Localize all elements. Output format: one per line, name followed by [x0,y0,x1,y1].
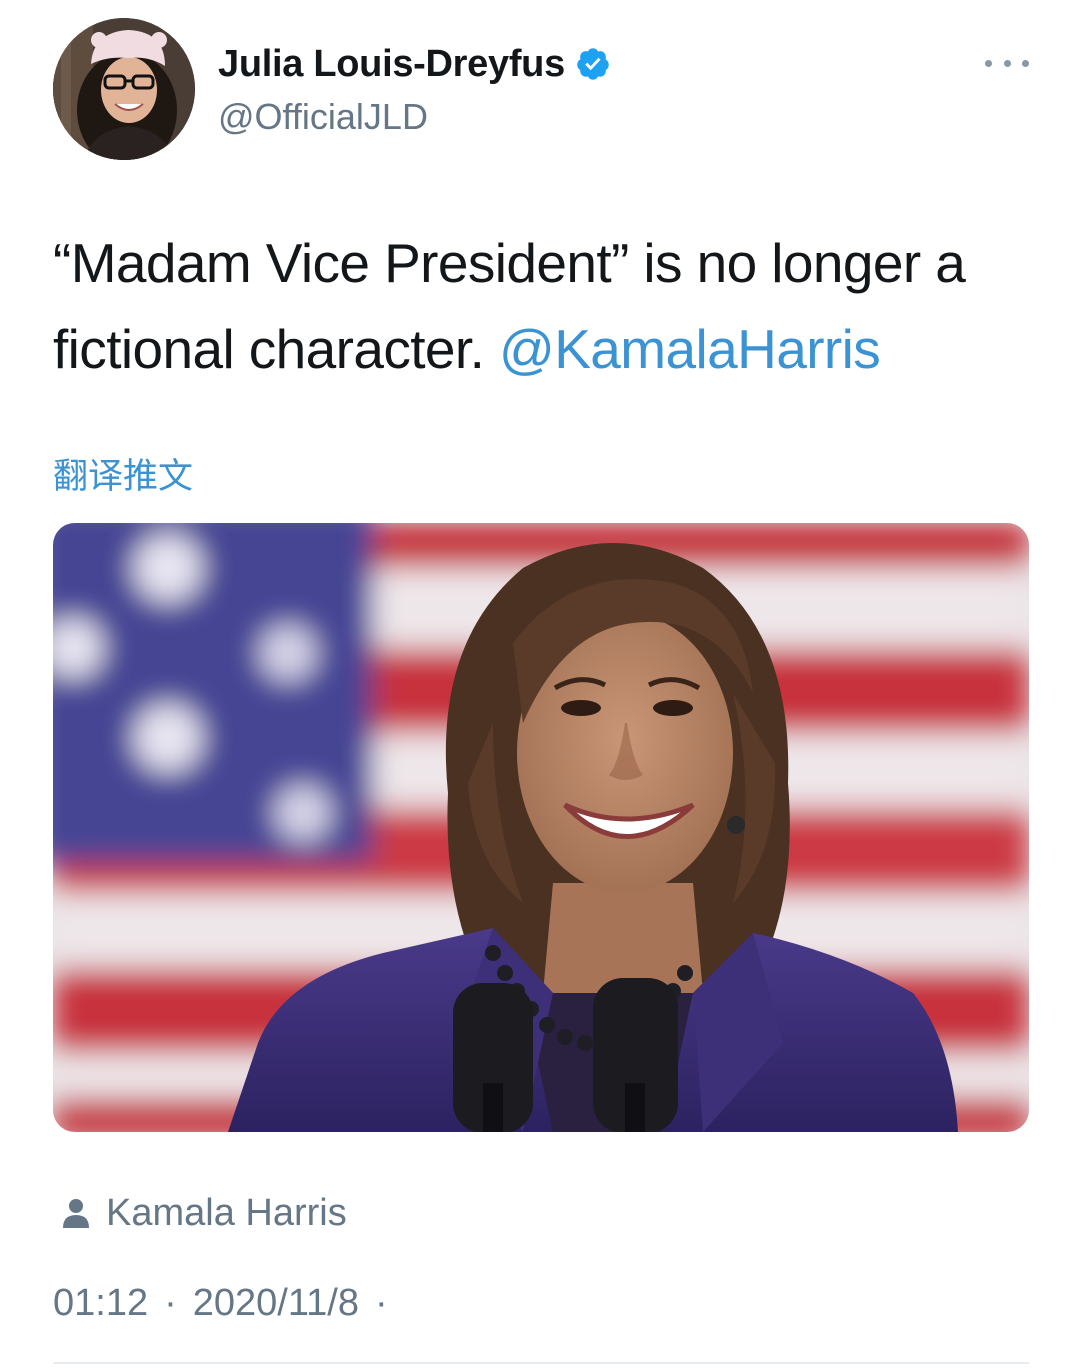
author-avatar[interactable] [53,18,195,160]
timestamp-row: 01:12 · 2020/11/8 · [53,1282,404,1325]
divider [53,1362,1029,1364]
tagged-people-row[interactable]: Kamala Harris [62,1190,347,1236]
tweet-card: Julia Louis-Dreyfus @OfficialJLD “Madam … [0,0,1080,1368]
tweet-date[interactable]: 2020/11/8 [193,1282,359,1325]
tagged-person-name[interactable]: Kamala Harris [106,1192,347,1235]
tweet-text: “Madam Vice President” is no longer a fi… [53,220,1043,392]
author-handle[interactable]: @OfficialJLD [218,96,428,138]
mention-link[interactable]: @KamalaHarris [499,318,881,380]
translate-tweet-link[interactable]: 翻译推文 [53,448,193,499]
verified-badge-icon [575,46,611,82]
photo-image [53,523,1029,1132]
tweet-media-photo[interactable] [53,523,1029,1132]
dot [1003,59,1011,67]
author-display-name[interactable]: Julia Louis-Dreyfus [218,43,565,86]
author-name-row[interactable]: Julia Louis-Dreyfus [218,42,611,86]
dot [985,59,992,67]
avatar-photo [53,18,195,160]
dot [1022,59,1029,67]
separator-dot: · [164,1282,177,1324]
person-icon [62,1197,90,1229]
separator-dot: · [374,1282,388,1324]
tweet-time[interactable]: 01:12 [53,1282,148,1325]
ellipsis-icon[interactable] [985,50,1029,76]
